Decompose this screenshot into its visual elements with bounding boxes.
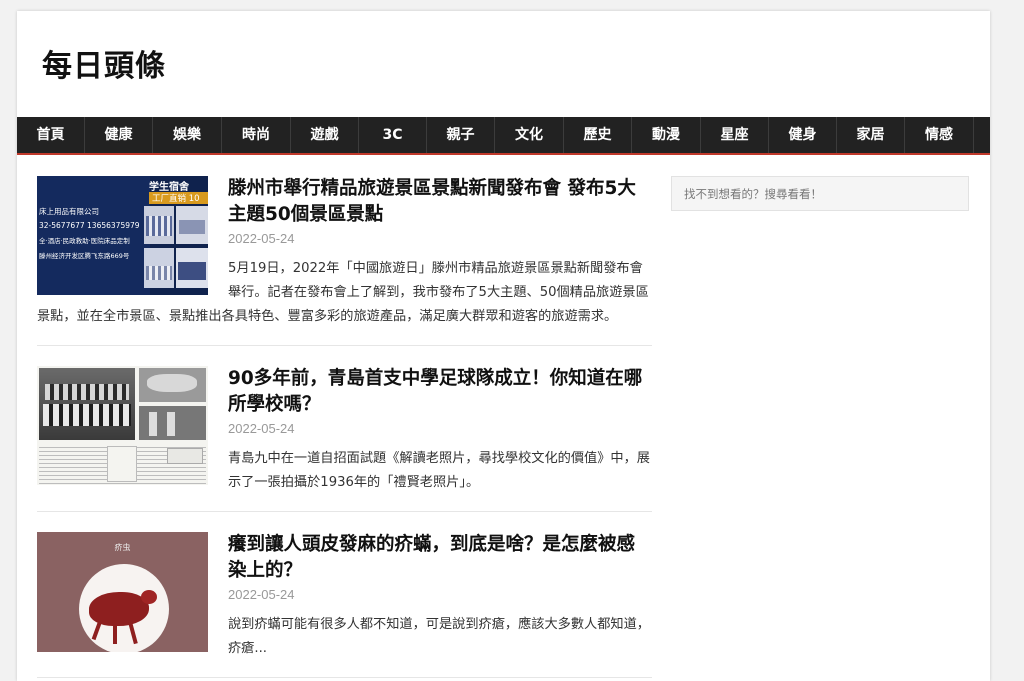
article-item: 90多年前，青島首支中學足球隊成立！你知道在哪所學校嗎？ 2022-05-24 … (37, 366, 652, 512)
thumb-label: 疥虫 (114, 543, 131, 552)
page-container: 每日頭條 首頁 健康 娛樂 時尚 遊戲 3C 親子 文化 歷史 動漫 星座 健身… (17, 11, 990, 681)
thumb-services-text: 全·酒店·民政救助·医院床品定制 (39, 237, 130, 245)
nav-item-history[interactable]: 歷史 (564, 117, 632, 153)
nav-item-health[interactable]: 健康 (85, 117, 153, 153)
nav-item-relationships[interactable]: 情感 (905, 117, 974, 153)
thumb-address-text: 滕州经济开发区腾飞东路669号 (39, 252, 130, 260)
nav-item-games[interactable]: 遊戲 (291, 117, 359, 153)
article-thumbnail[interactable] (37, 366, 208, 485)
article-item: 疥虫 癢到讓人頭皮發麻的疥蟎，到底是啥？是怎麼被感染上的？ 2022-05-24… (37, 532, 652, 678)
thumb-banner-text: 学生宿舍 (149, 182, 189, 193)
article-list: 学生宿舍 工厂直销 10 床上用品有限公司 32-5677677 1365637… (37, 176, 652, 681)
nav-item-culture[interactable]: 文化 (495, 117, 564, 153)
main-navigation: 首頁 健康 娛樂 時尚 遊戲 3C 親子 文化 歷史 動漫 星座 健身 家居 情… (17, 117, 990, 155)
nav-item-science[interactable]: 科 (974, 117, 990, 153)
nav-item-home-living[interactable]: 家居 (837, 117, 905, 153)
nav-item-entertainment[interactable]: 娛樂 (153, 117, 222, 153)
nav-item-parenting[interactable]: 親子 (427, 117, 495, 153)
search-box (671, 176, 969, 211)
site-title[interactable]: 每日頭條 (42, 41, 166, 85)
nav-item-anime[interactable]: 動漫 (632, 117, 701, 153)
thumb-company-text: 床上用品有限公司 (39, 207, 99, 216)
article-item: 学生宿舍 工厂直销 10 床上用品有限公司 32-5677677 1365637… (37, 176, 652, 346)
nav-item-home[interactable]: 首頁 (17, 117, 85, 153)
article-thumbnail[interactable]: 疥虫 (37, 532, 208, 652)
nav-item-3c[interactable]: 3C (359, 117, 427, 153)
search-input[interactable] (672, 177, 968, 210)
nav-item-fashion[interactable]: 時尚 (222, 117, 291, 153)
thumb-banner-subtext: 工厂直销 10 (149, 192, 208, 204)
thumb-phone-text: 32-5677677 13656375979 (39, 221, 140, 230)
article-thumbnail[interactable]: 学生宿舍 工厂直销 10 床上用品有限公司 32-5677677 1365637… (37, 176, 208, 295)
nav-item-fitness[interactable]: 健身 (769, 117, 837, 153)
nav-item-astrology[interactable]: 星座 (701, 117, 769, 153)
